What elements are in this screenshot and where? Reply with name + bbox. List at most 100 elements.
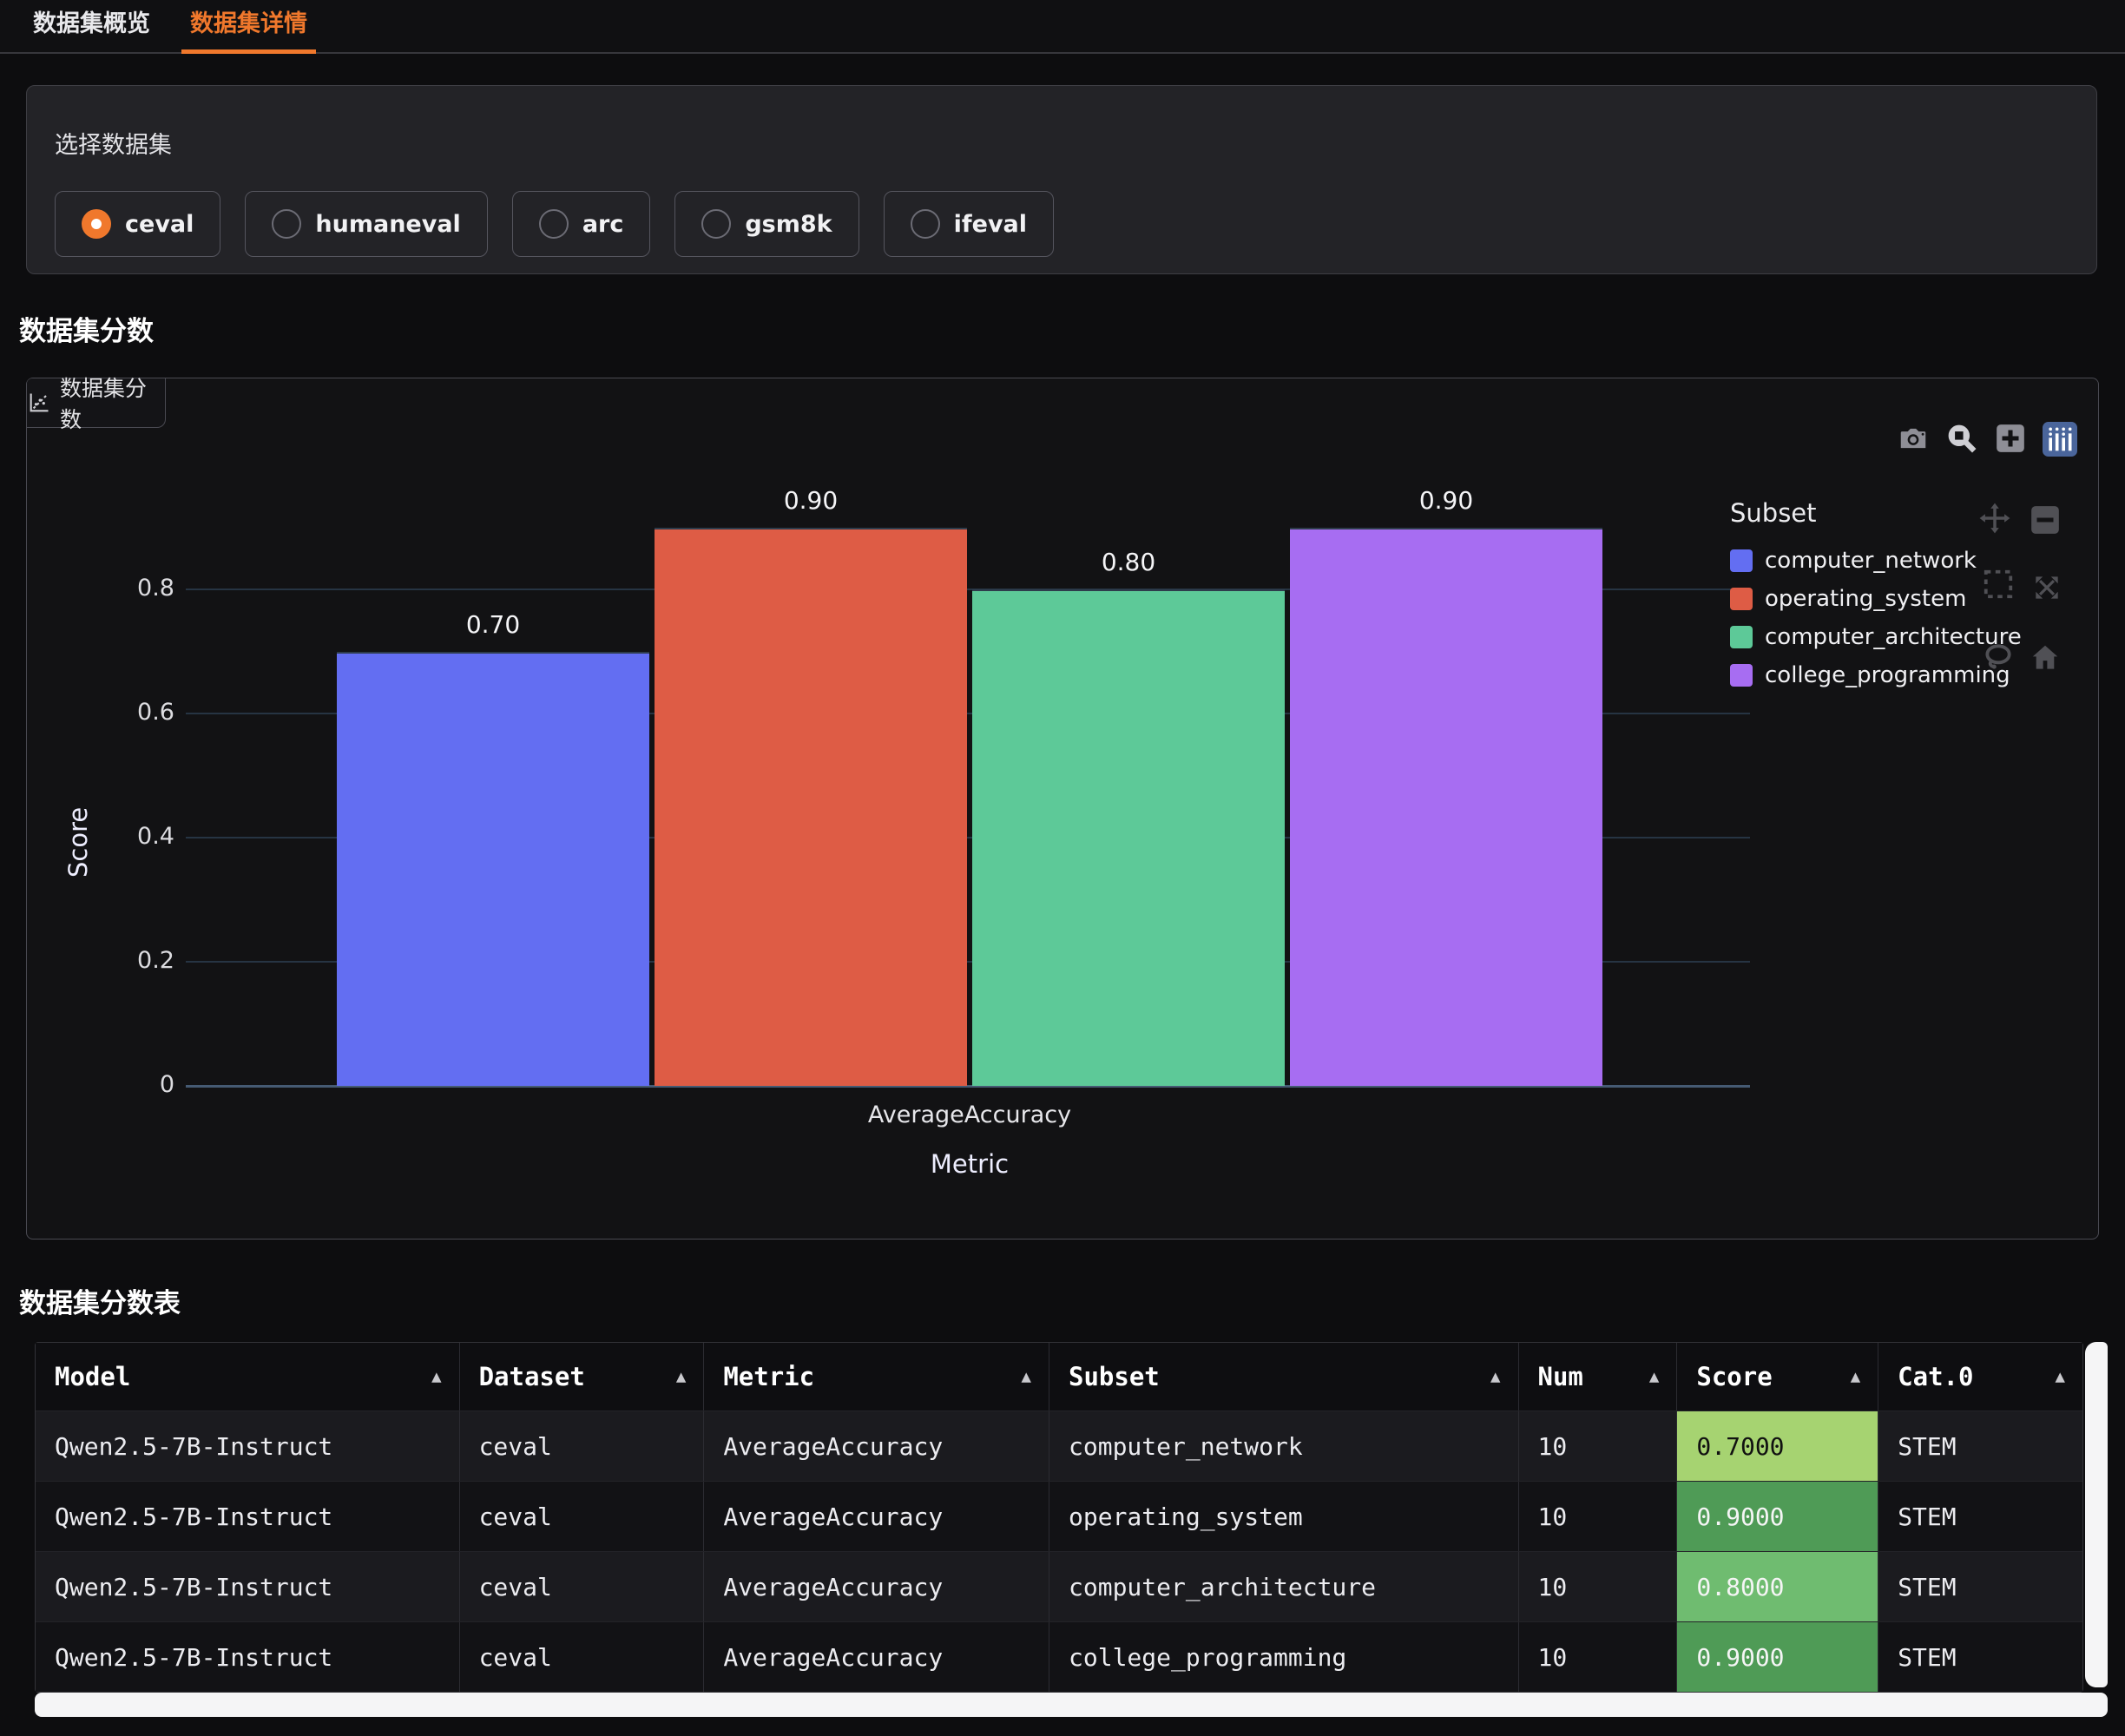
radio-icon[interactable] (911, 209, 940, 239)
cell-cat: STEM (1878, 1622, 2082, 1692)
score-table: Model▲Dataset▲Metric▲Subset▲Num▲Score▲Ca… (35, 1342, 2108, 1724)
cell-dataset: ceval (459, 1622, 704, 1692)
pan-icon[interactable] (1978, 502, 2011, 535)
column-header-label: Num (1538, 1362, 1583, 1391)
tab-dataset-details[interactable]: 数据集详情 (181, 0, 316, 54)
cell-num: 10 (1518, 1411, 1677, 1481)
sort-arrow-icon[interactable]: ▲ (2056, 1367, 2065, 1386)
column-header-label: Model (55, 1362, 130, 1391)
chart-section-title: 数据集分数 (19, 309, 154, 348)
dataset-option-label: ceval (125, 211, 194, 238)
plot-area: 00.20.40.60.80.700.900.800.90AverageAccu… (27, 378, 2098, 1239)
column-header-dataset[interactable]: Dataset ▲ (459, 1343, 704, 1410)
cell-num: 10 (1518, 1552, 1677, 1621)
cell-model: Qwen2.5-7B-Instruct (36, 1552, 459, 1621)
dataset-option-label: humaneval (315, 211, 460, 238)
cell-metric: AverageAccuracy (703, 1552, 1049, 1621)
radio-icon[interactable] (539, 209, 569, 239)
tab-dataset-overview[interactable]: 数据集概览 (24, 0, 159, 52)
cell-subset: computer_architecture (1049, 1552, 1518, 1621)
cell-subset: operating_system (1049, 1482, 1518, 1551)
table-row-college_programming: Qwen2.5-7B-InstructcevalAverageAccuracyc… (36, 1621, 2082, 1692)
dataset-option-label: arc (582, 211, 624, 238)
cell-score-badge: 0.9000 (1676, 1482, 1878, 1551)
column-header-label: Score (1696, 1362, 1772, 1391)
tab-bar: 数据集概览 数据集详情 (0, 0, 2125, 54)
cell-score-badge: 0.8000 (1676, 1552, 1878, 1621)
cell-cat: STEM (1878, 1482, 2082, 1551)
cell-subset: computer_network (1049, 1411, 1518, 1481)
home-icon[interactable] (2029, 641, 2062, 674)
column-header-model[interactable]: Model ▲ (36, 1343, 459, 1410)
x-tick-label: AverageAccuracy (337, 1101, 1602, 1128)
cell-dataset: ceval (459, 1552, 704, 1621)
dataset-option-ifeval[interactable]: ifeval (884, 191, 1054, 257)
column-header-cat-0[interactable]: Cat.0 ▲ (1878, 1343, 2082, 1410)
dataset-option-humaneval[interactable]: humaneval (245, 191, 487, 257)
legend-item-label: college_programming (1765, 662, 2010, 688)
legend-item-college_programming[interactable]: college_programming (1730, 656, 2022, 694)
column-header-score[interactable]: Score ▲ (1676, 1343, 1878, 1410)
score-chart-panel: 数据集分数 00.20.40.60.80.700.900.800.90Avera… (26, 378, 2099, 1240)
column-header-metric[interactable]: Metric▲ (703, 1343, 1049, 1410)
horizontal-scrollbar[interactable] (35, 1693, 2108, 1717)
cell-score-badge: 0.9000 (1676, 1622, 1878, 1692)
column-header-subset[interactable]: Subset▲ (1049, 1343, 1518, 1410)
bar-value-label: 0.90 (1290, 486, 1602, 515)
box-select-icon[interactable] (1982, 568, 2015, 601)
cell-cat: STEM (1878, 1552, 2082, 1621)
cell-cat: STEM (1878, 1411, 2082, 1481)
radio-icon[interactable] (701, 209, 731, 239)
legend-swatch-icon (1730, 626, 1753, 648)
legend-swatch-icon (1730, 549, 1753, 572)
sort-arrow-icon[interactable]: ▲ (1490, 1367, 1500, 1386)
dataset-selector-label: 选择数据集 (55, 126, 2070, 160)
dataset-radio-group: ceval humaneval arc gsm8k ifeval (55, 191, 2070, 257)
legend-item-operating_system[interactable]: operating_system (1730, 580, 2022, 618)
radio-selected-icon[interactable] (82, 209, 111, 239)
y-tick-label: 0.6 (79, 699, 174, 726)
autoscale-icon[interactable] (2030, 571, 2063, 604)
table-header-row: Model▲Dataset▲Metric▲Subset▲Num▲Score▲Ca… (36, 1343, 2082, 1410)
cell-num: 10 (1518, 1622, 1677, 1692)
sort-arrow-icon[interactable]: ▲ (1851, 1367, 1860, 1386)
cell-metric: AverageAccuracy (703, 1482, 1049, 1551)
legend-swatch-icon (1730, 664, 1753, 687)
cell-dataset: ceval (459, 1411, 704, 1481)
sort-arrow-icon[interactable]: ▲ (1022, 1367, 1031, 1386)
radio-icon[interactable] (272, 209, 301, 239)
dataset-option-ceval[interactable]: ceval (55, 191, 220, 257)
cell-num: 10 (1518, 1482, 1677, 1551)
column-header-num[interactable]: Num ▲ (1518, 1343, 1677, 1410)
column-header-label: Cat.0 (1898, 1362, 1973, 1391)
sort-arrow-icon[interactable]: ▲ (431, 1367, 441, 1386)
score-table-grid: Model▲Dataset▲Metric▲Subset▲Num▲Score▲Ca… (35, 1342, 2083, 1693)
y-axis-title: Score (63, 807, 93, 878)
dataset-option-arc[interactable]: arc (512, 191, 651, 257)
y-tick-label: 0 (79, 1071, 174, 1098)
bar-value-label: 0.90 (655, 486, 967, 515)
sort-arrow-icon[interactable]: ▲ (676, 1367, 686, 1386)
sort-arrow-icon[interactable]: ▲ (1649, 1367, 1659, 1386)
vertical-scrollbar[interactable] (2085, 1342, 2108, 1687)
dataset-option-label: ifeval (954, 211, 1027, 238)
cell-score-badge: 0.7000 (1676, 1411, 1878, 1481)
bar-value-label: 0.70 (337, 610, 649, 639)
bar-computer_network (337, 652, 649, 1087)
cell-metric: AverageAccuracy (703, 1411, 1049, 1481)
bar-value-label: 0.80 (972, 548, 1285, 576)
dataset-option-label: gsm8k (745, 211, 832, 238)
cell-subset: college_programming (1049, 1622, 1518, 1692)
legend-item-label: computer_network (1765, 548, 1977, 574)
legend-item-computer_network[interactable]: computer_network (1730, 542, 2022, 580)
legend-item-computer_architecture[interactable]: computer_architecture (1730, 618, 2022, 656)
y-tick-label: 0.8 (79, 575, 174, 602)
x-axis-title: Metric (337, 1149, 1602, 1179)
dataset-selector-panel: 选择数据集 ceval humaneval arc gsm8k ifeval (26, 85, 2097, 274)
cell-model: Qwen2.5-7B-Instruct (36, 1622, 459, 1692)
lasso-icon[interactable] (1982, 641, 2015, 674)
column-header-label: Dataset (479, 1362, 585, 1391)
cell-metric: AverageAccuracy (703, 1622, 1049, 1692)
dataset-option-gsm8k[interactable]: gsm8k (674, 191, 859, 257)
zoom-out-icon[interactable] (2029, 503, 2062, 536)
